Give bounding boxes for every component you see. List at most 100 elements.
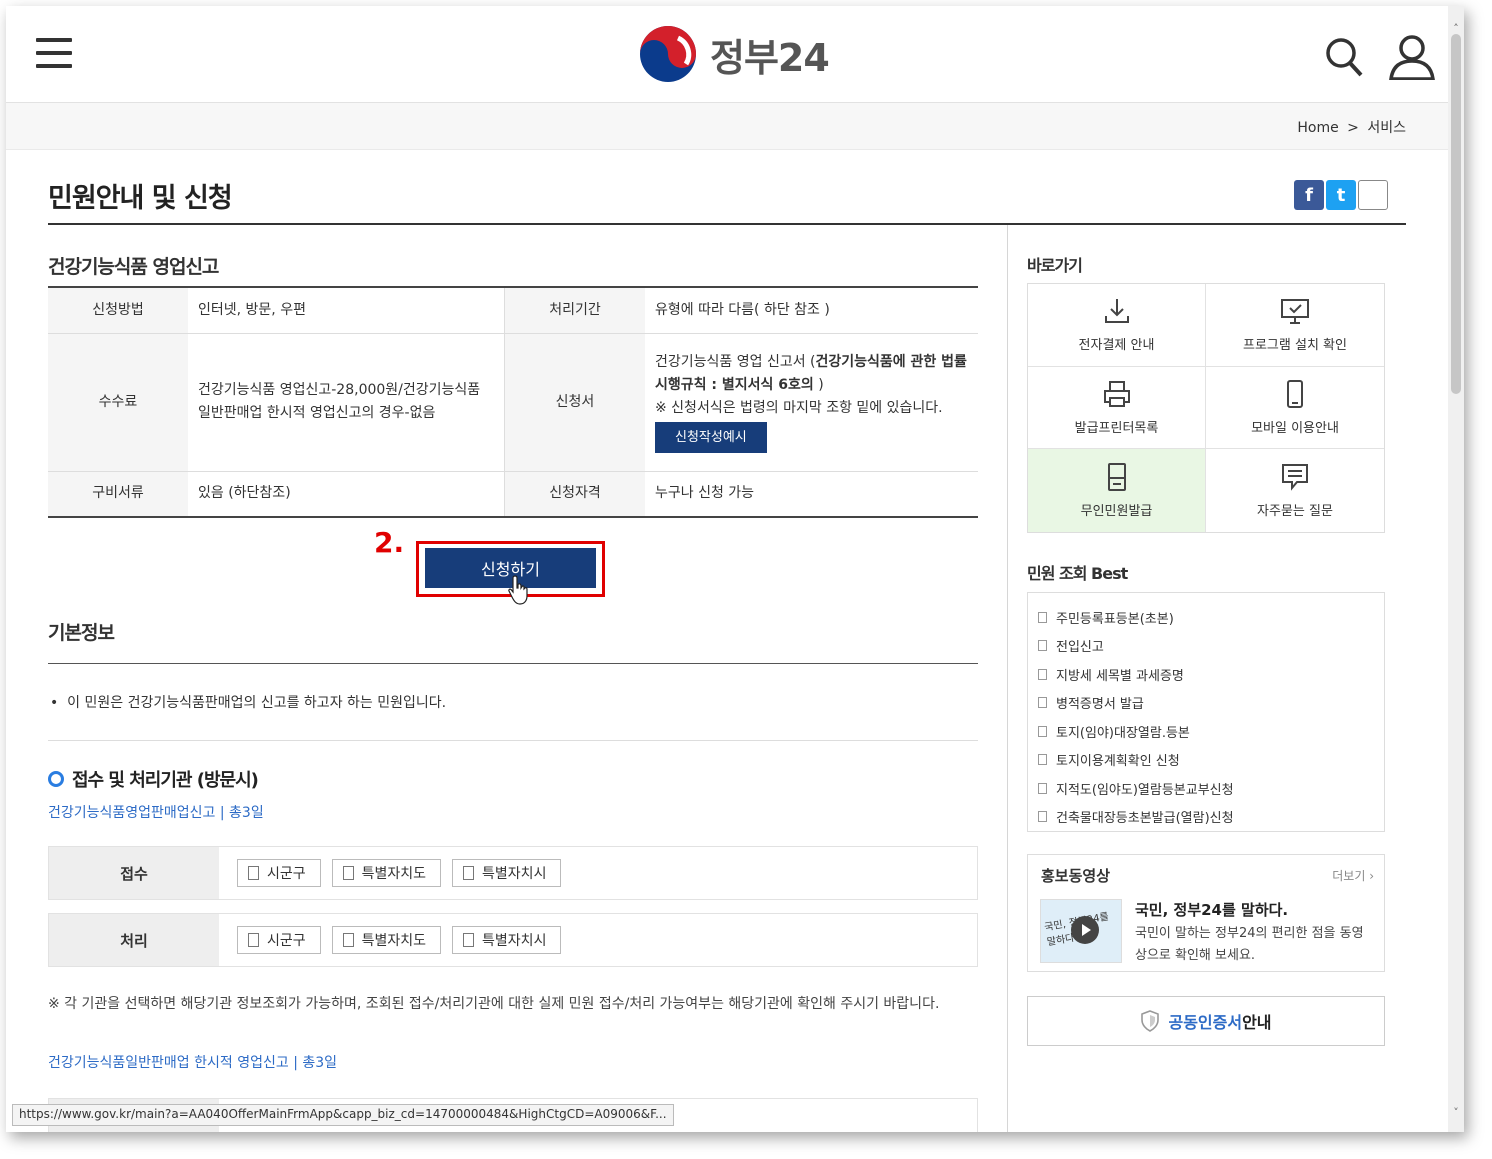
org-chips: 시군구 특별자치도 특별자치시 <box>237 926 562 954</box>
building-icon <box>248 933 259 947</box>
shield-icon <box>1141 1010 1160 1032</box>
org-chip[interactable]: 특별자치도 <box>331 859 442 887</box>
shortcut-program-check[interactable]: 프로그램 설치 확인 <box>1206 284 1384 367</box>
org-chip[interactable]: 시군구 <box>237 926 321 954</box>
basic-info-title: 기본정보 <box>48 622 115 644</box>
row-value: 건강기능식품 영업신고-28,000원/건강기능식품 일반판매업 한시적 영업신… <box>188 333 505 472</box>
video-thumbnail[interactable]: 국민, 정부24를 말하다 <box>1040 899 1122 963</box>
processing-org-row: 처리 시군구 특별자치도 특별자치시 <box>48 913 978 967</box>
list-item[interactable]: 토지이용계획확인 신청 <box>1038 746 1384 775</box>
user-icon[interactable] <box>1388 34 1436 80</box>
breadcrumb-separator: > <box>1347 120 1359 136</box>
logo[interactable]: 정부24 <box>638 24 830 84</box>
best-list: 주민등록표등본(초본) 전입신고 지방세 세목별 과세증명 병적증명서 발급 토… <box>1028 593 1384 831</box>
ring-bullet-icon <box>48 771 64 787</box>
step-annotation: 2. <box>374 526 405 559</box>
breadcrumb-bar: Home > 서비스 <box>6 103 1448 150</box>
service-title: 건강기능식품 영업신고 <box>48 256 219 278</box>
row-value: 유형에 따라 다름( 하단 참조 ) <box>645 286 978 334</box>
list-item[interactable]: 전입신고 <box>1038 632 1384 661</box>
hamburger-icon[interactable] <box>36 38 72 70</box>
row-value: 있음 (하단참조) <box>188 471 505 518</box>
shortcut-mobile[interactable]: 모바일 이용안내 <box>1206 367 1384 450</box>
breadcrumb-home[interactable]: Home <box>1297 120 1338 136</box>
chat-icon <box>1282 464 1308 491</box>
search-icon[interactable] <box>1324 36 1364 78</box>
play-icon[interactable] <box>1071 916 1099 944</box>
shortcut-kiosk[interactable]: 무인민원발급 <box>1028 449 1206 532</box>
video-headline[interactable]: 국민, 정부24를 말하다. <box>1135 899 1288 920</box>
scroll-thumb[interactable] <box>1451 34 1461 394</box>
share-buttons: f t ⎙ <box>1294 180 1388 210</box>
row-value: 인터넷, 방문, 우편 <box>188 286 505 334</box>
form-note: ※ 신청서식은 법령의 마지막 조항 밑에 있습니다. <box>655 400 943 416</box>
video-more-link[interactable]: 더보기 › <box>1332 867 1374 884</box>
list-item[interactable]: 건축물대장등초본발급(열람)신청 <box>1038 803 1384 832</box>
org-chip[interactable]: 특별자치시 <box>452 859 562 887</box>
list-item[interactable]: 주민등록표등본(초본) <box>1038 603 1384 632</box>
application-form-cell: 건강기능식품 영업 신고서 (건강기능식품에 관한 법률 시행규칙 : 별지서식… <box>645 333 978 472</box>
org-subtitle[interactable]: 건강기능식품영업판매업신고 | 총3일 <box>48 802 264 822</box>
sample-form-button[interactable]: 신청작성예시 <box>655 422 767 453</box>
building-icon <box>248 866 259 880</box>
list-item[interactable]: 토지(임야)대장열람.등본 <box>1038 717 1384 746</box>
kiosk-icon <box>1107 463 1126 492</box>
basic-info-text: • 이 민원은 건강기능식품판매업의 신고를 하고자 하는 민원입니다. <box>50 695 447 711</box>
row-header: 신청방법 <box>48 286 188 334</box>
org-subtitle-2[interactable]: 건강기능식품일반판매업 한시적 영업신고 | 총3일 <box>48 1052 337 1072</box>
title-divider <box>48 223 1406 225</box>
scroll-up-icon[interactable]: ˄ <box>1451 23 1461 34</box>
logo-text: 정부24 <box>710 35 830 80</box>
document-icon <box>1038 640 1047 652</box>
building-icon <box>463 933 475 947</box>
best-list-box: 주민등록표등본(초본) 전입신고 지방세 세목별 과세증명 병적증명서 발급 토… <box>1027 592 1385 832</box>
org-chip[interactable]: 특별자치시 <box>452 926 562 954</box>
mobile-icon <box>1287 379 1303 408</box>
building-icon <box>463 866 475 880</box>
hand-cursor-icon <box>508 575 528 605</box>
shortcut-faq[interactable]: 자주묻는 질문 <box>1206 449 1384 532</box>
document-icon <box>1038 782 1047 794</box>
row-header: 처리기간 <box>504 286 645 334</box>
breadcrumb-current[interactable]: 서비스 <box>1367 120 1406 136</box>
document-icon <box>1038 725 1047 737</box>
section-divider <box>48 740 978 741</box>
site-header: 정부24 <box>6 6 1448 103</box>
org-row-label: 접수 <box>49 847 219 899</box>
video-section-title: 홍보동영상 <box>1041 867 1111 885</box>
printer-icon <box>1103 380 1130 407</box>
page-title: 민원안내 및 신청 <box>48 183 233 214</box>
document-icon <box>1038 668 1047 680</box>
list-item[interactable]: 지방세 세목별 과세증명 <box>1038 660 1384 689</box>
shortcut-payment[interactable]: 전자결제 안내 <box>1028 284 1206 367</box>
print-icon[interactable]: ⎙ <box>1358 180 1388 210</box>
row-header: 구비서류 <box>48 471 188 518</box>
table-row: 구비서류 있음 (하단참조) 신청자격 누구나 신청 가능 <box>48 471 978 518</box>
vertical-scrollbar[interactable]: ˄ ˅ <box>1448 6 1464 1132</box>
service-info-table: 신청방법 인터넷, 방문, 우편 처리기간 유형에 따라 다름( 하단 참조 )… <box>48 286 978 518</box>
browser-viewport: 정부24 Home > 서비스 민원안내 및 신청 f t ⎙ 건강기능식품 영… <box>6 6 1464 1132</box>
certificate-guide-button[interactable]: 공동인증서 안내 <box>1027 996 1385 1046</box>
org-note: ※ 각 기관을 선택하면 해당기관 정보조회가 가능하며, 조회된 접수/처리기… <box>48 996 940 1012</box>
shortcut-printer-list[interactable]: 발급프린터목록 <box>1028 366 1206 450</box>
shortcuts-grid: 전자결제 안내 프로그램 설치 확인 발급프린터목록 모바일 이용안내 무인민원… <box>1027 283 1385 533</box>
table-row: 신청방법 인터넷, 방문, 우편 처리기간 유형에 따라 다름( 하단 참조 ) <box>48 286 978 334</box>
document-icon <box>1038 754 1047 766</box>
document-icon <box>1038 611 1047 623</box>
video-description: 국민이 말하는 정부24의 편리한 점을 동영상으로 확인해 보세요. <box>1135 926 1364 963</box>
org-row-label: 처리 <box>49 914 219 966</box>
row-header: 신청서 <box>504 333 645 472</box>
document-icon <box>1038 697 1047 709</box>
breadcrumb: Home > 서비스 <box>1297 117 1406 137</box>
facebook-share-icon[interactable]: f <box>1294 180 1324 210</box>
scroll-down-icon[interactable]: ˅ <box>1451 1107 1461 1118</box>
promo-video-box: 홍보동영상 더보기 › 국민, 정부24를 말하다 국민, 정부24를 말하다.… <box>1027 854 1385 972</box>
twitter-share-icon[interactable]: t <box>1326 180 1356 210</box>
taegeuk-logo-icon <box>640 26 696 82</box>
list-item[interactable]: 병적증명서 발급 <box>1038 689 1384 718</box>
list-item[interactable]: 지적도(임야도)열람등본교부신청 <box>1038 774 1384 803</box>
org-chip[interactable]: 시군구 <box>237 859 321 887</box>
org-chips: 시군구 특별자치도 특별자치시 <box>237 859 562 887</box>
shortcuts-title: 바로가기 <box>1027 256 1083 275</box>
org-chip[interactable]: 특별자치도 <box>331 926 442 954</box>
